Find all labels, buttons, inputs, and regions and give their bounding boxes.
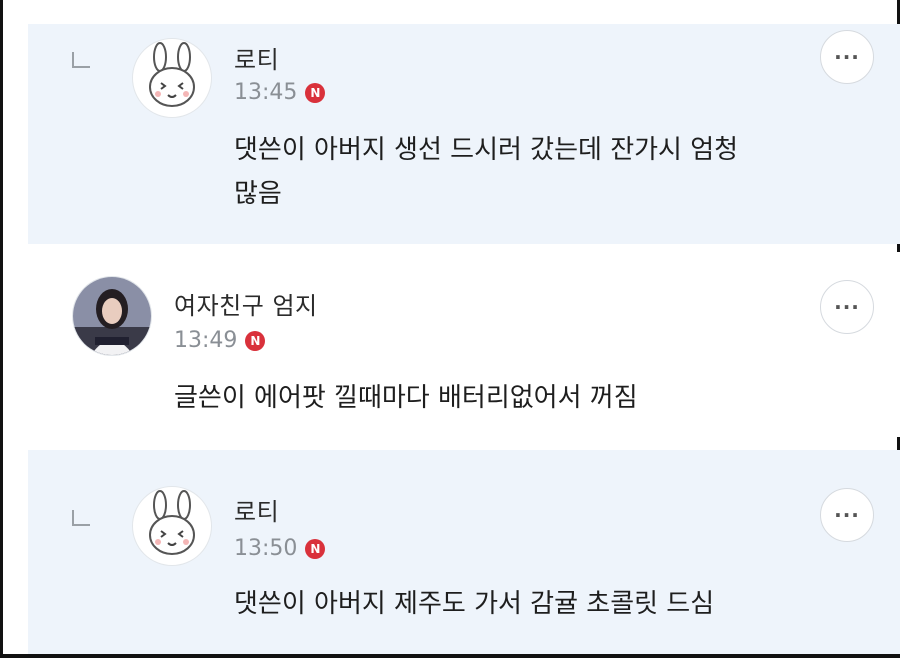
more-dots-icon: ··· xyxy=(834,295,860,319)
profile-photo xyxy=(73,277,151,355)
more-dots-icon: ··· xyxy=(834,45,860,69)
timestamp: 13:50 xyxy=(234,536,298,561)
comment-author[interactable]: 여자친구 엄지 xyxy=(174,286,318,321)
more-options-button[interactable]: ··· xyxy=(820,30,874,84)
more-options-button[interactable]: ··· xyxy=(820,488,874,542)
avatar[interactable] xyxy=(72,276,152,356)
rabbit-avatar-icon xyxy=(149,490,195,555)
comment-author[interactable]: 로티 xyxy=(234,40,279,75)
comment: 여자친구 엄지 13:49 N 글쓴이 에어팟 낄때마다 배터리없어서 꺼짐 ·… xyxy=(28,252,900,437)
comment-time: 13:45 N xyxy=(234,80,326,105)
rabbit-avatar-icon xyxy=(149,42,195,107)
more-options-button[interactable]: ··· xyxy=(820,280,874,334)
more-dots-icon: ··· xyxy=(834,503,860,527)
reply-indicator-icon xyxy=(72,52,90,68)
new-badge: N xyxy=(245,330,266,351)
avatar[interactable] xyxy=(132,486,212,566)
screen-border-bottom xyxy=(0,654,900,658)
timestamp: 13:45 xyxy=(234,80,298,105)
screen-border-left xyxy=(0,0,3,658)
avatar[interactable] xyxy=(132,38,212,118)
comment-text: 글쓴이 에어팟 낄때마다 배터리없어서 꺼짐 xyxy=(174,383,638,413)
timestamp: 13:49 xyxy=(174,328,238,353)
comment-text: 댓쓴이 아버지 제주도 가서 감귤 초콜릿 드심 xyxy=(234,589,715,619)
reply-comment: 로티 13:50 N 댓쓴이 아버지 제주도 가서 감귤 초콜릿 드심 ··· xyxy=(28,450,900,658)
reply-indicator-icon xyxy=(72,510,90,526)
reply-comment: 로티 13:45 N 댓쓴이 아버지 생선 드시러 갔는데 잔가시 엄청 많음 … xyxy=(28,24,900,244)
comment-time: 13:49 N xyxy=(174,328,266,353)
new-badge: N xyxy=(305,82,326,103)
comment-time: 13:50 N xyxy=(234,536,326,561)
comment-text: 댓쓴이 아버지 생선 드시러 갔는데 잔가시 엄청 많음 xyxy=(234,135,739,209)
comment-author[interactable]: 로티 xyxy=(234,492,279,527)
new-badge: N xyxy=(305,538,326,559)
